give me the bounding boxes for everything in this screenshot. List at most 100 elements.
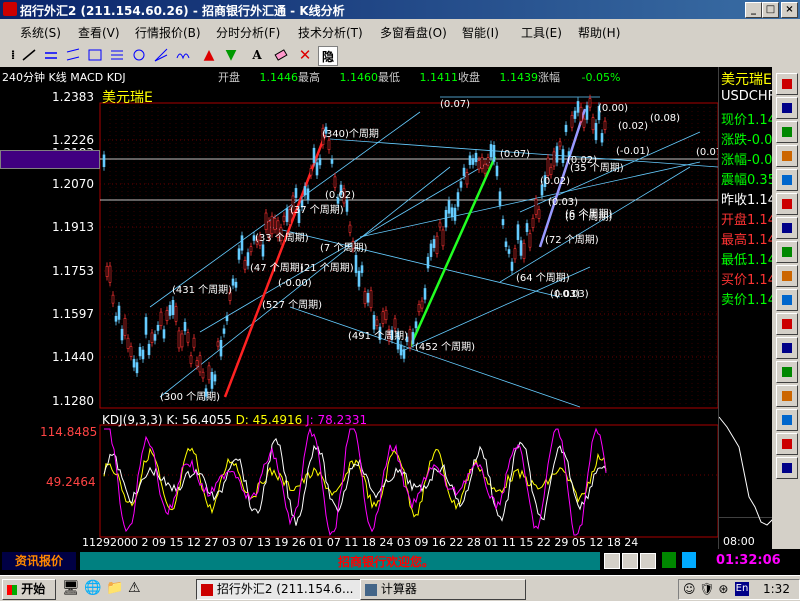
indicators-label: MACD KDJ [70,71,126,84]
open-value: 1.1446 [259,71,299,84]
settings-icon[interactable] [776,97,798,119]
expand-icon[interactable] [776,433,798,455]
candle-body [330,158,334,164]
menu-smart[interactable]: 智能(I) [462,24,499,41]
pencil-icon[interactable] [776,361,798,383]
status-scroll-button-2[interactable] [622,553,638,569]
menu-help[interactable]: 帮助(H) [578,24,620,41]
f10-icon[interactable] [776,289,798,311]
menu-intraday[interactable]: 分时分析(F) [216,24,280,41]
up-arrow-icon[interactable]: ▲ [200,46,218,64]
info-icon[interactable] [776,217,798,239]
candle-body [309,168,313,176]
quote-row: 开盘1.1446 [721,209,773,228]
back-arrow-icon[interactable] [776,73,798,95]
cycle-label: (7 个周期) [320,242,367,254]
candle-body [192,337,196,348]
candle-body [195,360,199,367]
quote-row: 昨收1.1444 [721,189,773,208]
price-tick-label: 1.1597 [52,307,94,321]
cycle-label: (340)个周期 [322,128,379,140]
candle-body [408,329,412,348]
parallel-line-icon[interactable] [42,46,60,64]
cycle-icon[interactable] [174,46,192,64]
close-button[interactable]: × [781,2,798,18]
right-toolbar [772,67,800,549]
candle-body [273,218,277,230]
minimize-button[interactable]: _ [745,2,762,18]
window-icon[interactable] [776,265,798,287]
candle-body [108,265,112,283]
candle-body [234,281,238,288]
candle-body [123,318,127,336]
menu-tools[interactable]: 工具(E) [521,24,562,41]
candle-body [222,328,226,334]
candle-body [186,332,190,343]
f1-icon[interactable] [776,337,798,359]
quote-row-label: 开盘 [721,213,748,228]
menu-technical[interactable]: 技术分析(T) [298,24,363,41]
task-button-forex[interactable]: 招行外汇2 (211.154.6... [196,579,362,600]
hide-drawing-button[interactable]: 隐 [318,46,338,66]
tile-icon[interactable] [776,241,798,263]
delete-icon[interactable]: ✕ [296,46,314,64]
calendar-icon[interactable] [776,169,798,191]
down-arrow-icon[interactable]: ▼ [222,46,240,64]
menu-quotes[interactable]: 行情报价(B) [135,24,201,41]
news-ticker-label[interactable]: 资讯报价 [2,552,76,570]
menu-view[interactable]: 查看(V) [78,24,120,41]
high-value: 1.1460 [339,71,379,84]
candle-body [453,207,457,221]
circle-icon[interactable] [130,46,148,64]
tag-icon[interactable] [776,385,798,407]
line-tool-icon[interactable] [20,46,38,64]
maximize-button[interactable]: □ [762,2,779,18]
cycle-label: (37 个周期) [290,204,344,216]
menu-system[interactable]: 系统(S) [20,24,61,41]
language-indicator[interactable]: En [735,582,749,596]
collapse-icon[interactable] [776,457,798,479]
gann-icon[interactable] [152,46,170,64]
menu-multiwindow[interactable]: 多窗看盘(O) [380,24,447,41]
list-icon[interactable] [776,121,798,143]
quote-row: 卖价1.1446 [721,289,773,308]
candle-body [213,374,217,382]
eraser-icon[interactable] [272,46,290,64]
status-scroll-button-3[interactable] [640,553,656,569]
candle-body [528,233,532,248]
candle-body [537,209,541,219]
cycle-label: (452 个周期) [415,341,475,353]
candle-body [153,334,157,341]
price-tick-label: 1.1753 [52,264,94,278]
help-icon[interactable] [776,409,798,431]
quicklaunch-icons[interactable]: 🖥 🌐 📁 ⚠ [62,580,141,596]
text-tool-icon[interactable]: A [248,46,266,64]
windows-taskbar: 开始 🖥 🌐 📁 ⚠ 招行外汇2 (211.154.6... 计算器 ☺ 🛡 ⊛… [0,575,800,601]
quote-row-label: 最高 [721,233,748,248]
tool-glyph [782,343,792,353]
candle-body [318,158,322,166]
indicator-plot-frame [99,424,718,538]
candle-body [594,122,598,141]
tray-icons[interactable]: ☺ 🛡 ⊛ [683,582,728,596]
start-button[interactable]: 开始 [2,579,56,600]
candle-body [600,133,604,143]
grid-icon[interactable] [776,193,798,215]
channel-icon[interactable] [64,46,82,64]
quote-row: 震幅0.35% [721,169,773,188]
candle-body [135,362,139,374]
f8-icon[interactable] [776,313,798,335]
kline-chart[interactable]: (340)个周期 (431 个周期) (527 个周期) (491 个周期) (452 … [0,67,718,549]
candle-body [576,101,580,113]
windows-logo-icon [7,584,17,595]
task-button-calculator[interactable]: 计算器 [360,579,526,600]
fibonacci-icon[interactable] [108,46,126,64]
chart-icon[interactable] [776,145,798,167]
candle-body [180,333,184,348]
rectangle-icon[interactable] [86,46,104,64]
candle-body [285,208,289,222]
price-tick-label: 1.1440 [52,350,94,364]
calculator-icon [365,583,377,596]
candle-body [201,371,205,379]
status-scroll-button[interactable] [604,553,620,569]
